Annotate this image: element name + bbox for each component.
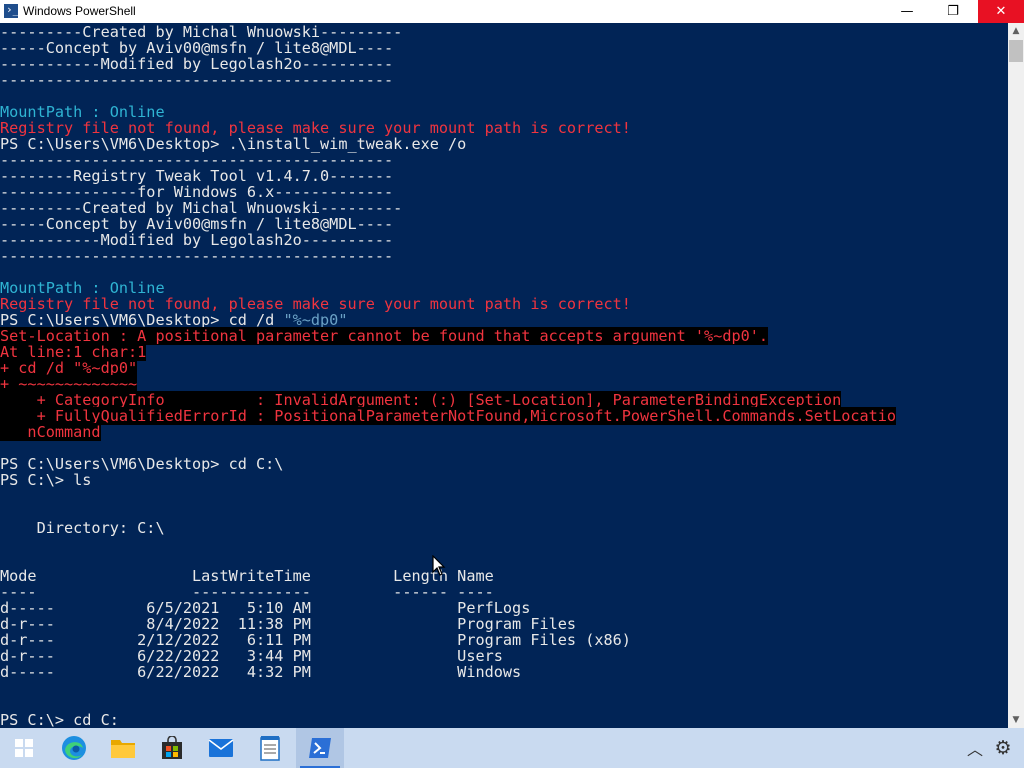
edge-icon: [62, 736, 86, 760]
scroll-up-button[interactable]: ▲: [1008, 23, 1024, 39]
console-line: PS C:\> ls: [0, 472, 91, 488]
gear-icon: ⚙: [994, 737, 1012, 759]
notepad-icon: [260, 736, 280, 761]
folder-icon: [111, 740, 135, 758]
console-line: -----------Modified by Legolash2o-------…: [0, 232, 393, 248]
powershell-app-icon: ›_: [4, 3, 20, 18]
console-line: At line:1 char:1: [0, 343, 147, 361]
mail-taskbar-button[interactable]: [197, 728, 245, 768]
console-line: + FullyQualifiedErrorId : PositionalPara…: [0, 407, 897, 425]
console-line: Set-Location : A positional parameter ca…: [0, 327, 769, 345]
notepad-taskbar-button[interactable]: [246, 728, 294, 768]
edge-taskbar-button[interactable]: [50, 728, 98, 768]
console-output[interactable]: ---------Created by Michal Wnuowski-----…: [0, 23, 1008, 728]
console-line: ----------------------------------------…: [0, 248, 393, 264]
store-bag-icon: [162, 736, 182, 759]
console-line: d----- 6/5/2021 5:10 AM PerfLogs: [0, 600, 530, 616]
console-line: -----Concept by Aviv00@msfn / lite8@MDL-…: [0, 216, 393, 232]
console-line: ----------------------------------------…: [0, 72, 393, 88]
console-line: d----- 6/22/2022 4:32 PM Windows: [0, 664, 521, 680]
tray-overflow-button[interactable]: ︿: [962, 728, 988, 768]
console-line: MountPath : Online: [0, 280, 165, 296]
console-text: PS C:\> cd C:: [0, 711, 119, 728]
console-line: d-r--- 6/22/2022 3:44 PM Users: [0, 648, 503, 664]
console-line: --------Registry Tweak Tool v1.4.7.0----…: [0, 168, 393, 184]
console-line: ----------------------------------------…: [0, 152, 393, 168]
console-line: nCommand: [0, 423, 101, 441]
console-line: Mode LastWriteTime Length Name: [0, 568, 494, 584]
powershell-icon: [309, 738, 331, 758]
maximize-icon: ❐: [947, 4, 959, 19]
console-text: + FullyQualifiedErrorId : PositionalPara…: [0, 407, 897, 425]
console-line: MountPath : Online: [0, 104, 165, 120]
console-text: d----- 6/22/2022 4:32 PM Windows: [0, 663, 522, 681]
powershell-taskbar-button[interactable]: [296, 728, 344, 768]
maximize-button[interactable]: ❐: [930, 0, 976, 23]
console-line: PS C:\> cd C:: [0, 712, 119, 728]
console-line: + CategoryInfo : InvalidArgument: (:) [S…: [0, 391, 842, 409]
console-line: -----------Modified by Legolash2o-------…: [0, 56, 393, 72]
console-line: Registry file not found, please make sur…: [0, 296, 631, 312]
console-line: PS C:\Users\VM6\Desktop> cd C:\: [0, 456, 283, 472]
console-line: ---------Created by Michal Wnuowski-----…: [0, 200, 402, 216]
title-bar: ›_ Windows PowerShell — ❐ ✕: [0, 0, 1024, 23]
console-line: d-r--- 2/12/2022 6:11 PM Program Files (…: [0, 632, 631, 648]
scroll-up-icon: ▲: [1012, 26, 1020, 36]
scroll-thumb[interactable]: [1009, 40, 1023, 62]
close-button[interactable]: ✕: [978, 0, 1024, 23]
console-line: PS C:\Users\VM6\Desktop> .\install_wim_t…: [0, 136, 466, 152]
console-line: + ~~~~~~~~~~~~~: [0, 375, 138, 393]
mail-icon: [208, 739, 234, 757]
console-line: ---------------for Windows 6.x----------…: [0, 184, 393, 200]
vertical-scrollbar[interactable]: ▲ ▼: [1008, 23, 1024, 728]
console-line: ---------Created by Michal Wnuowski-----…: [0, 24, 402, 40]
mouse-pointer-icon: [432, 555, 446, 576]
scroll-down-button[interactable]: ▼: [1008, 712, 1024, 728]
minimize-icon: —: [900, 4, 914, 19]
start-button[interactable]: [0, 728, 48, 768]
console-line: + cd /d "%~dp0": [0, 359, 138, 377]
console-text: ----------------------------------------…: [0, 71, 394, 89]
minimize-button[interactable]: —: [884, 0, 930, 23]
console-text: nCommand: [0, 423, 101, 441]
console-line: Directory: C:\: [0, 520, 165, 536]
chevron-up-icon: ︿: [966, 740, 983, 759]
console-line: -----Concept by Aviv00@msfn / lite8@MDL-…: [0, 40, 393, 56]
settings-tray-button[interactable]: ⚙: [990, 728, 1016, 768]
store-taskbar-button[interactable]: [148, 728, 196, 768]
console-text: PS C:\> ls: [0, 471, 92, 489]
console-line: d-r--- 8/4/2022 11:38 PM Program Files: [0, 616, 576, 632]
console-line: Registry file not found, please make sur…: [0, 120, 631, 136]
scroll-down-icon: ▼: [1012, 715, 1020, 725]
close-icon: ✕: [995, 4, 1007, 19]
console-text: ----------------------------------------…: [0, 247, 394, 265]
windows-logo-icon: [15, 739, 33, 757]
window-title: Windows PowerShell: [23, 4, 136, 18]
taskbar: ︿ ⚙: [0, 728, 1024, 768]
console-text: Directory: C:\: [0, 519, 165, 537]
console-line: PS C:\Users\VM6\Desktop> cd /d "%~dp0": [0, 312, 347, 328]
file-explorer-taskbar-button[interactable]: [99, 728, 147, 768]
console-line: ---- ------------- ------ ----: [0, 584, 494, 600]
